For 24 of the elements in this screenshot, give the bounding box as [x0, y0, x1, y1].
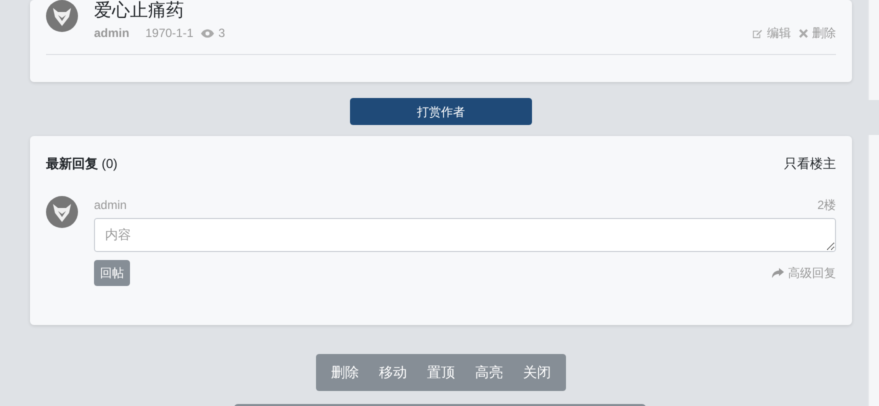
delete-link[interactable]: 删除	[799, 24, 836, 42]
moderation-button[interactable]: 关闭	[513, 354, 561, 391]
avatar-icon	[46, 196, 78, 228]
close-icon	[799, 28, 808, 38]
moderation-button[interactable]: 高亮	[465, 354, 513, 391]
reply-field[interactable]: 内容	[94, 218, 836, 252]
reward-button[interactable]: 打赏作者	[350, 98, 532, 125]
replies-heading: 最新回复 (0)	[46, 155, 118, 173]
eye-icon	[201, 28, 214, 38]
share-icon	[772, 268, 784, 278]
author-name[interactable]: admin	[94, 24, 130, 42]
author-only-link[interactable]: 只看楼主	[784, 154, 836, 174]
post-date: 1970-1-1	[145, 25, 194, 42]
post-title: 爱心止痛药	[94, 0, 185, 20]
author-name[interactable]: admin	[94, 196, 127, 214]
edit-link[interactable]: 编辑	[752, 24, 791, 42]
floor-number: 2楼	[817, 196, 836, 214]
moderation-button[interactable]: 删除	[321, 354, 369, 391]
moderation-button[interactable]: 置顶	[417, 354, 465, 391]
moderation-button[interactable]: 移动	[369, 354, 417, 391]
view-count: 3	[218, 25, 226, 42]
reply-button[interactable]: 回帖	[94, 260, 130, 286]
advanced-reply-link[interactable]: 高级回复	[772, 264, 836, 282]
edit-icon	[752, 28, 763, 38]
